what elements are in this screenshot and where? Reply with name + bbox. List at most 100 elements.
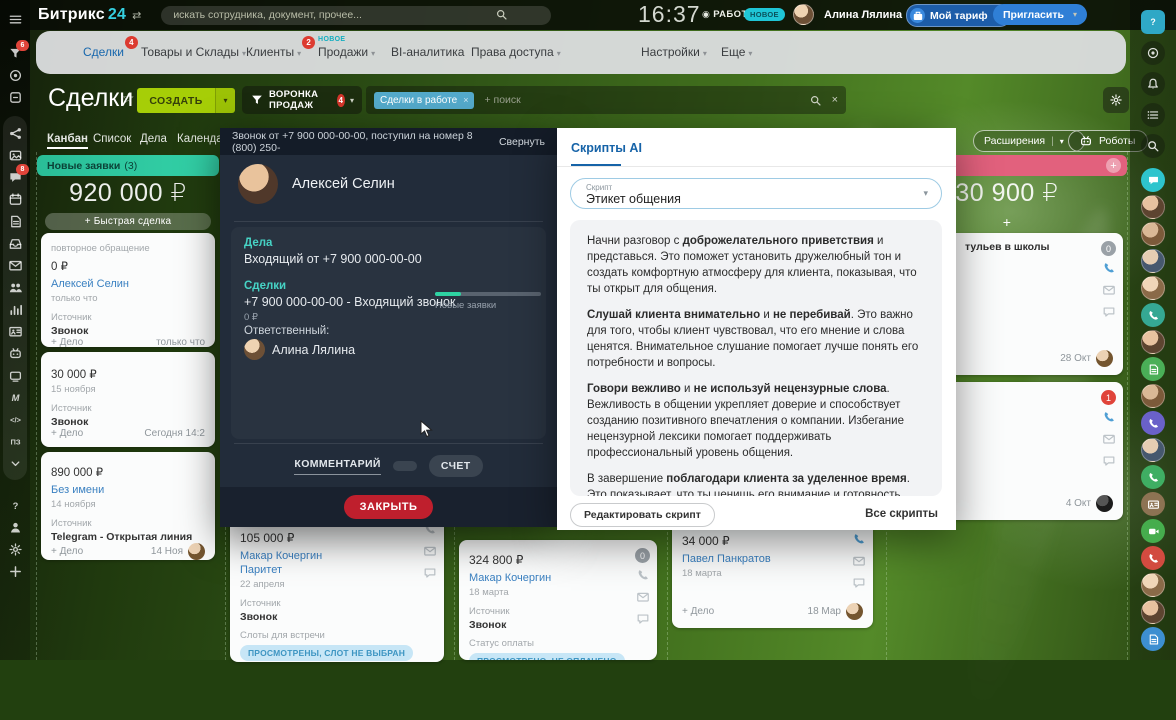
- card-actions[interactable]: [852, 532, 866, 590]
- invite-button[interactable]: Пригласить▾: [993, 4, 1087, 25]
- funnel-filter[interactable]: ВОРОНКА ПРОДАЖ 4 ▾: [242, 86, 362, 114]
- image-icon[interactable]: [3, 144, 27, 166]
- responsible-name[interactable]: Алина Лялина: [272, 343, 355, 357]
- contact-link[interactable]: Макар Кочергин: [240, 550, 434, 562]
- nav-deals[interactable]: Сделки4: [83, 45, 124, 59]
- tab-ai-scripts[interactable]: Скрипты AI: [571, 141, 642, 155]
- phone-icon[interactable]: [852, 532, 866, 546]
- tab-deal[interactable]: [393, 461, 417, 471]
- tab-comment[interactable]: КОММЕНТАРИЙ: [294, 458, 381, 475]
- tab-invoice[interactable]: СЧЕТ: [429, 455, 483, 477]
- avatar[interactable]: [1141, 222, 1165, 246]
- mail-icon[interactable]: [1102, 283, 1116, 297]
- mail-icon[interactable]: [3, 254, 27, 276]
- nav-clients[interactable]: Клиенты▾2: [246, 45, 301, 59]
- mail-icon[interactable]: [423, 544, 437, 558]
- chart-icon[interactable]: [3, 298, 27, 320]
- doc-icon[interactable]: [1141, 627, 1165, 651]
- avatar[interactable]: [1141, 600, 1165, 624]
- phone-icon[interactable]: [1141, 303, 1165, 327]
- search-filter-tag[interactable]: Сделки в работе×: [374, 92, 474, 109]
- funnel-icon[interactable]: 6: [3, 42, 27, 64]
- idcard-icon[interactable]: [1141, 492, 1165, 516]
- mail-icon[interactable]: [636, 590, 650, 604]
- mail-icon[interactable]: [852, 554, 866, 568]
- contact-link[interactable]: Павел Панкратов: [682, 553, 863, 565]
- nav-products[interactable]: Товары и Склады▾: [141, 45, 246, 59]
- search-icon[interactable]: [809, 94, 822, 107]
- chat-icon[interactable]: [636, 612, 650, 626]
- call-popup-header[interactable]: Звонок от +7 900 000-00-00, поступил на …: [220, 128, 557, 155]
- card-actions[interactable]: [636, 568, 650, 626]
- avatar[interactable]: [1141, 384, 1165, 408]
- mail-icon[interactable]: [1102, 432, 1116, 446]
- deal-card[interactable]: 0 Стол 200x70 серия White X 324 800 ₽ Ма…: [459, 540, 657, 660]
- edit-script-button[interactable]: Редактировать скрипт: [570, 503, 715, 527]
- idcard-icon[interactable]: [3, 320, 27, 342]
- card-actions[interactable]: [423, 522, 437, 580]
- add-deal-icon[interactable]: +: [1106, 158, 1121, 173]
- add-activity-link[interactable]: + Дело: [51, 428, 83, 439]
- gear-icon[interactable]: [3, 538, 27, 560]
- global-search-input[interactable]: [161, 6, 551, 25]
- contact-link[interactable]: Без имени: [51, 484, 205, 496]
- close-call-button[interactable]: ЗАКРЫТЬ: [344, 495, 434, 519]
- avatar[interactable]: [1141, 195, 1165, 219]
- card-actions[interactable]: [1102, 261, 1116, 319]
- create-deal-caret[interactable]: ▾: [215, 88, 235, 113]
- tab-activities[interactable]: Дела: [140, 133, 167, 145]
- quick-deal-button[interactable]: + Быстрая сделка: [45, 213, 211, 230]
- target-icon[interactable]: [1141, 41, 1165, 65]
- clear-search-icon[interactable]: ×: [832, 94, 838, 106]
- gear-icon[interactable]: [1103, 87, 1129, 113]
- contact-link[interactable]: Макар Кочергин: [469, 572, 647, 584]
- share-icon[interactable]: [3, 122, 27, 144]
- contact-name[interactable]: Алексей Селин: [292, 176, 395, 192]
- company-link[interactable]: Паритет: [240, 564, 434, 576]
- doc-icon[interactable]: [3, 210, 27, 232]
- deals-search-bar[interactable]: Сделки в работе× ×: [366, 86, 846, 114]
- favorite-star-icon[interactable]: ☆: [122, 90, 135, 107]
- phone-icon[interactable]: [1141, 465, 1165, 489]
- target-icon[interactable]: [3, 64, 27, 86]
- user-avatar[interactable]: [793, 4, 814, 25]
- robot-icon[interactable]: [3, 342, 27, 364]
- user-name[interactable]: Алина Лялина▾: [824, 9, 910, 21]
- deal-card[interactable]: +7 900 000-00-00 - Входящий звонок повто…: [41, 233, 215, 347]
- deal-card[interactable]: Обновление интерьера ДЦ 890 000 ₽ Без им…: [41, 452, 215, 560]
- avatar[interactable]: [1141, 330, 1165, 354]
- help-icon[interactable]: ?: [1141, 10, 1165, 34]
- tab-kanban[interactable]: Канбан: [47, 133, 88, 149]
- chat-icon[interactable]: [1102, 305, 1116, 319]
- card-actions[interactable]: [1102, 410, 1116, 468]
- chevron-down-icon[interactable]: [3, 452, 27, 474]
- video-icon[interactable]: [1141, 519, 1165, 543]
- app-logo[interactable]: Битрикс24: [38, 6, 126, 24]
- avatar[interactable]: [1141, 249, 1165, 273]
- doc-icon[interactable]: [1141, 357, 1165, 381]
- inbox-icon[interactable]: [3, 232, 27, 254]
- nav-bi-analytics[interactable]: BI-аналитика: [391, 45, 464, 59]
- plus-icon[interactable]: [3, 560, 27, 582]
- code-icon[interactable]: </>: [3, 408, 27, 430]
- tv-icon[interactable]: [3, 364, 27, 386]
- avatar[interactable]: [1141, 438, 1165, 462]
- nav-settings[interactable]: Настройки▾: [641, 45, 707, 59]
- menu-icon[interactable]: [3, 8, 27, 30]
- box-icon[interactable]: [3, 86, 27, 108]
- phone-icon[interactable]: [636, 568, 650, 582]
- contact-link[interactable]: Алексей Селин: [51, 278, 205, 290]
- switch-account-icon[interactable]: ⇄: [132, 9, 141, 22]
- all-scripts-link[interactable]: Все скрипты: [865, 508, 938, 520]
- pz-icon[interactable]: ПЗ: [3, 430, 27, 452]
- phone-icon[interactable]: [1102, 410, 1116, 424]
- deal-card[interactable]: Звонок по акции 30 000 ₽ 15 ноября Источ…: [41, 352, 215, 447]
- deal-link[interactable]: +7 900 000-00-00 - Входящий звонок: [244, 295, 455, 309]
- nav-sales[interactable]: НОВОЕПродажи▾: [318, 45, 375, 59]
- create-deal-button[interactable]: СОЗДАТЬ: [137, 88, 215, 113]
- deals-search-input[interactable]: [482, 93, 808, 107]
- search-icon[interactable]: [495, 8, 508, 21]
- search-icon[interactable]: [1141, 134, 1165, 158]
- add-activity-link[interactable]: + Дело: [682, 606, 714, 617]
- person-icon[interactable]: [3, 516, 27, 538]
